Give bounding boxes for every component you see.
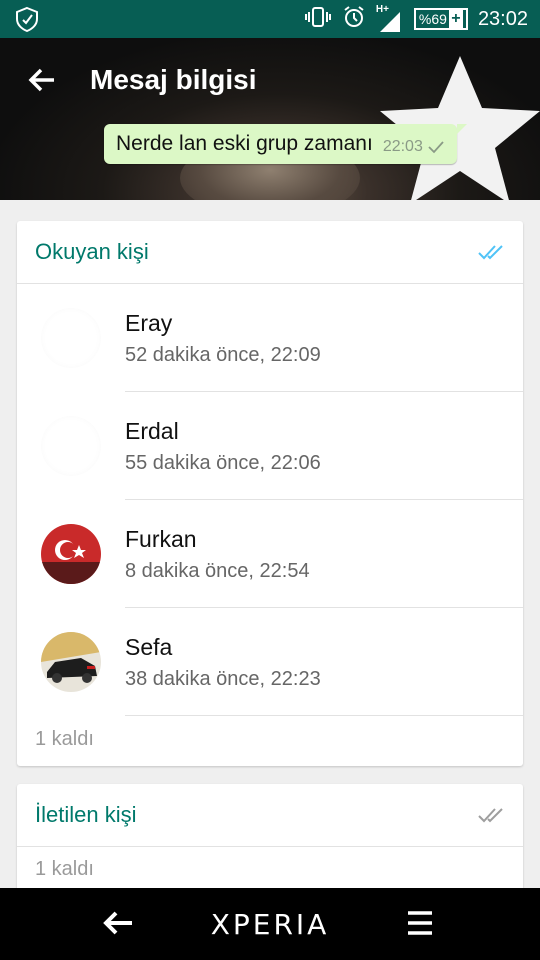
list-item[interactable]: Eray 52 dakika önce, 22:09	[17, 284, 523, 392]
delivered-header: İletilen kişi	[17, 784, 523, 847]
contact-name: Eray	[125, 310, 173, 336]
avatar	[41, 308, 101, 368]
double-check-read-icon	[478, 245, 503, 260]
notification-icon	[14, 6, 40, 37]
vibrate-icon	[304, 6, 332, 33]
navigation-bar: XPERIA	[0, 888, 540, 960]
double-check-delivered-icon	[478, 808, 503, 823]
contact-name: Furkan	[125, 526, 197, 552]
message-time: 22:03	[382, 138, 423, 155]
delivered-remaining: 1 kaldı	[35, 858, 94, 880]
list-item[interactable]: Sefa 38 dakika önce, 22:23	[17, 608, 523, 716]
battery-level: %69	[418, 11, 447, 27]
battery-icon: %69 +	[413, 8, 468, 30]
read-time: 52 dakika önce, 22:09	[125, 344, 321, 366]
list-item[interactable]: Furkan 8 dakika önce, 22:54	[17, 500, 523, 608]
read-by-card: Okuyan kişi Eray 52 dakika önce, 22:09 E…	[17, 221, 523, 766]
brand-logo: XPERIA	[210, 908, 330, 941]
read-time: 8 dakika önce, 22:54	[125, 560, 310, 582]
chat-header: Mesaj bilgisi Nerde lan eski grup zamanı…	[0, 38, 540, 200]
arrow-left-icon	[28, 68, 54, 92]
message-bubble: Nerde lan eski grup zamanı 22:03	[104, 124, 467, 164]
menu-icon	[408, 911, 432, 935]
clock: 23:02	[477, 7, 528, 30]
avatar	[41, 632, 101, 692]
contact-name: Erdal	[125, 418, 179, 444]
read-time: 55 dakika önce, 22:06	[125, 452, 321, 474]
back-button[interactable]	[24, 62, 64, 102]
charging-icon: +	[448, 10, 463, 28]
single-check-icon	[428, 141, 444, 154]
alarm-icon	[342, 5, 366, 34]
avatar	[41, 524, 101, 584]
message-text: Nerde lan eski grup zamanı	[116, 132, 373, 155]
read-by-title: Okuyan kişi	[35, 239, 149, 264]
menu-button[interactable]	[406, 910, 434, 941]
delivered-card: İletilen kişi 1 kaldı	[17, 784, 523, 894]
read-remaining: 1 kaldı	[35, 728, 94, 750]
delivered-title: İletilen kişi	[35, 802, 137, 827]
signal-icon: H+	[376, 4, 404, 34]
page-title: Mesaj bilgisi	[90, 64, 257, 95]
contact-name: Sefa	[125, 634, 173, 660]
status-bar: H+ %69 + 23:02	[0, 0, 540, 38]
avatar	[41, 416, 101, 476]
list-item[interactable]: Erdal 55 dakika önce, 22:06	[17, 392, 523, 500]
read-time: 38 dakika önce, 22:23	[125, 668, 321, 690]
read-by-header: Okuyan kişi	[17, 221, 523, 284]
